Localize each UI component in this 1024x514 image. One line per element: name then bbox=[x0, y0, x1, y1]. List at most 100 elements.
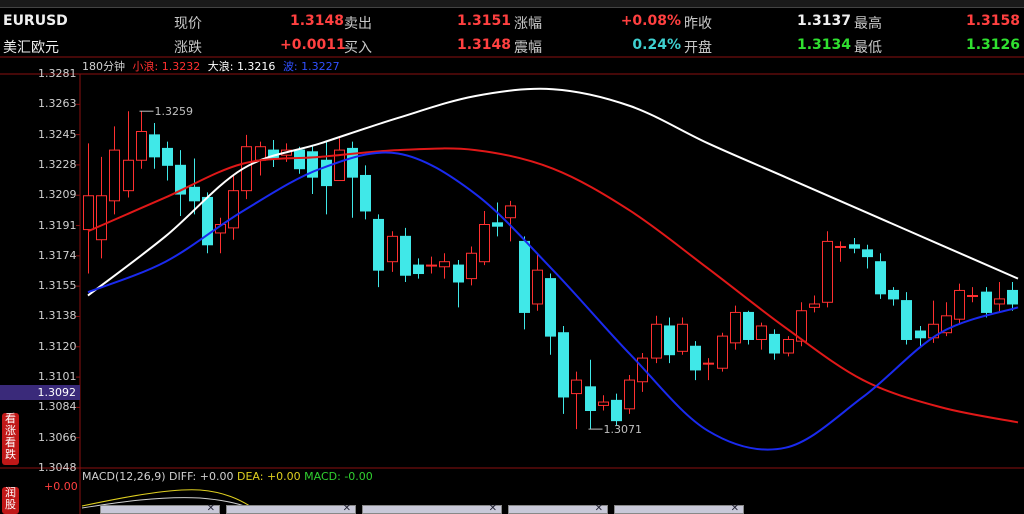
close-icon[interactable]: ✕ bbox=[731, 503, 739, 514]
macd-zero-tick: +0.00 bbox=[44, 480, 78, 493]
candle-body bbox=[783, 338, 794, 354]
candle-body bbox=[637, 357, 648, 383]
big-wave-value: 1.3216 bbox=[236, 60, 276, 73]
candle-body bbox=[730, 311, 741, 344]
candle-body bbox=[915, 330, 926, 339]
candle-body bbox=[149, 134, 160, 158]
y-tick-label: 1.3174 bbox=[38, 248, 77, 262]
candle-body bbox=[453, 264, 464, 283]
window-tab-4[interactable]: ✕ bbox=[508, 503, 608, 514]
candle-body bbox=[1007, 289, 1018, 305]
big-wave-label: 大浪: bbox=[207, 60, 234, 73]
candle-body bbox=[492, 222, 503, 227]
candle-body bbox=[585, 386, 596, 412]
chart-period[interactable]: 180分钟 bbox=[82, 60, 125, 73]
candle-body bbox=[373, 218, 384, 271]
candle-body bbox=[505, 205, 516, 219]
candle-body bbox=[571, 379, 582, 395]
bottom-window-tabs: ✕ ✕ ✕ ✕ ✕ bbox=[80, 503, 760, 514]
small-wave-value: 1.3232 bbox=[161, 60, 201, 73]
y-tick-label: 1.3120 bbox=[38, 339, 77, 353]
y-tick-label: 1.3066 bbox=[38, 430, 77, 444]
y-tick-label: 1.3263 bbox=[38, 97, 77, 111]
candle-body bbox=[981, 291, 992, 313]
candle-body bbox=[703, 362, 714, 365]
candle-body bbox=[426, 264, 437, 267]
candle-body bbox=[413, 264, 424, 275]
candle-body bbox=[519, 240, 530, 313]
y-tick-label: 1.3245 bbox=[38, 127, 77, 141]
window-tab-3[interactable]: ✕ bbox=[362, 503, 502, 514]
y-tick-label: 1.3048 bbox=[38, 461, 77, 474]
candle-body bbox=[321, 159, 332, 187]
candle-body bbox=[809, 303, 820, 308]
candle-body bbox=[387, 235, 398, 263]
candle-body bbox=[717, 335, 728, 369]
candle-body bbox=[624, 379, 635, 410]
y-tick-label: 1.3101 bbox=[38, 370, 77, 384]
candle-body bbox=[228, 190, 239, 229]
macd-value: MACD: -0.00 bbox=[304, 470, 373, 483]
candle-body bbox=[769, 333, 780, 354]
candle-body bbox=[994, 298, 1005, 305]
macd-diff: DIFF: +0.00 bbox=[169, 470, 234, 483]
candle-body bbox=[162, 147, 173, 166]
window-tab-1[interactable]: ✕ bbox=[100, 503, 220, 514]
candle-body bbox=[967, 295, 978, 298]
candle-body bbox=[400, 235, 411, 276]
candle-body bbox=[294, 149, 305, 170]
candle-body bbox=[690, 345, 701, 371]
candle-body bbox=[849, 244, 860, 249]
candle-body bbox=[954, 289, 965, 320]
close-icon[interactable]: ✕ bbox=[343, 503, 351, 514]
price-chart[interactable]: 1.3259 1.3071 bbox=[0, 0, 1024, 514]
y-tick-label: 1.3155 bbox=[38, 279, 77, 293]
y-tick-label: 1.3138 bbox=[38, 309, 77, 323]
side-tab-run-stock[interactable]: 润股 bbox=[2, 487, 19, 514]
current-price-tag: 1.3092 bbox=[0, 385, 80, 400]
low-annotation: 1.3071 bbox=[604, 423, 643, 436]
candle-body bbox=[875, 261, 886, 295]
candle-body bbox=[835, 245, 846, 248]
small-wave-label: 小浪: bbox=[132, 60, 159, 73]
high-annotation: 1.3259 bbox=[155, 105, 194, 118]
y-tick-label: 1.3281 bbox=[38, 67, 77, 80]
macd-label: MACD(12,26,9) bbox=[82, 470, 166, 483]
candle-body bbox=[822, 240, 833, 303]
window-tab-5[interactable]: ✕ bbox=[614, 503, 744, 514]
close-icon[interactable]: ✕ bbox=[595, 503, 603, 514]
candle-body bbox=[558, 332, 569, 398]
y-tick-label: 1.3209 bbox=[38, 188, 77, 202]
wave-value: 1.3227 bbox=[301, 60, 340, 73]
candle-body bbox=[83, 195, 94, 231]
candle-body bbox=[439, 261, 450, 268]
side-tab-bull-bear[interactable]: 看涨看跌 bbox=[2, 413, 19, 465]
candle-body bbox=[901, 300, 912, 340]
candle-body bbox=[888, 289, 899, 300]
candle-body bbox=[96, 195, 107, 241]
candle-body bbox=[532, 269, 543, 305]
candle-body bbox=[479, 223, 490, 263]
candle-body bbox=[743, 311, 754, 340]
y-tick-label: 1.3084 bbox=[38, 400, 77, 414]
candle-body bbox=[123, 159, 134, 192]
candle-body bbox=[756, 325, 767, 340]
candle-body bbox=[598, 401, 609, 406]
y-tick-label: 1.3191 bbox=[38, 218, 77, 232]
close-icon[interactable]: ✕ bbox=[489, 503, 497, 514]
close-icon[interactable]: ✕ bbox=[207, 503, 215, 514]
candle-body bbox=[651, 323, 662, 359]
candle-body bbox=[545, 278, 556, 337]
macd-dea: DEA: +0.00 bbox=[236, 470, 301, 483]
candle-body bbox=[677, 323, 688, 352]
candle-body bbox=[862, 249, 873, 258]
y-tick-label: 1.3228 bbox=[38, 157, 77, 171]
window-tab-2[interactable]: ✕ bbox=[226, 503, 356, 514]
wave-label: 波: bbox=[282, 60, 298, 73]
candle-body bbox=[109, 149, 120, 202]
candle-body bbox=[189, 186, 200, 202]
chart-info-bar: 180分钟 小浪: 1.3232 大浪: 1.3216 波: 1.3227 bbox=[82, 58, 344, 74]
candle-body bbox=[664, 325, 675, 356]
candle-body bbox=[466, 252, 477, 280]
candle-body bbox=[136, 130, 147, 161]
